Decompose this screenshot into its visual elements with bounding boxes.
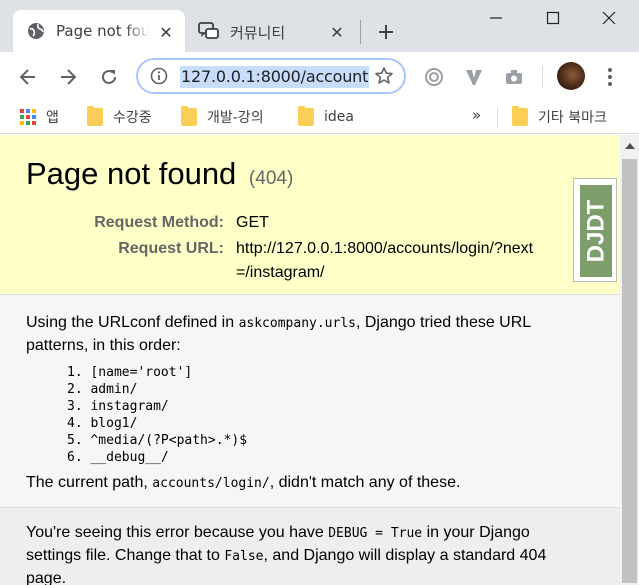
- current-path-message: The current path, accounts/login/, didn'…: [26, 472, 586, 495]
- urlconf-module: askcompany.urls: [238, 316, 356, 331]
- folder-icon: [181, 106, 197, 126]
- bookmark-folder-dev-lectures[interactable]: 개발-강의: [181, 106, 264, 128]
- chat-icon: [198, 22, 220, 44]
- error-summary: Page not found (404) Request Method: GET…: [0, 135, 620, 295]
- reload-icon: [102, 69, 116, 84]
- toolbar-separator: [542, 66, 543, 88]
- arrow-left-icon: [19, 69, 35, 85]
- bookmark-apps[interactable]: 앱: [20, 106, 59, 128]
- list-item: 4. blog1/: [67, 416, 138, 431]
- scrollbar[interactable]: [620, 135, 639, 585]
- current-text-2: , didn't match any of these.: [269, 474, 461, 491]
- scroll-up-arrow-icon[interactable]: [625, 143, 635, 149]
- tab-separator: [360, 20, 361, 44]
- django-debug-toolbar-handle[interactable]: DJDT: [573, 178, 617, 282]
- bookmark-label: 수강중: [113, 110, 152, 126]
- chevron-double-right-icon[interactable]: »: [472, 106, 481, 124]
- current-text-1: The current path,: [26, 474, 148, 491]
- arrow-right-icon: [61, 69, 77, 85]
- url-pattern: blog1/: [90, 416, 138, 431]
- extension-camera-button[interactable]: [501, 64, 527, 90]
- false-value: False: [224, 549, 264, 564]
- url-pattern-list: 1. [name='root'] 2. admin/ 3. instagram/…: [67, 364, 247, 466]
- extension-spiral-button[interactable]: [421, 64, 447, 90]
- expl-text-1: You're seeing this error because you hav…: [26, 524, 324, 541]
- url-pattern: admin/: [90, 382, 138, 397]
- debug-explanation: You're seeing this error because you hav…: [0, 507, 620, 585]
- menu-button[interactable]: [597, 64, 623, 90]
- tab-strip: Page not found ✕ 커뮤니티 ✕: [0, 0, 639, 52]
- bookmark-label: idea: [324, 109, 354, 125]
- bookmark-folder-courses[interactable]: 수강중: [87, 106, 152, 128]
- current-path: accounts/login/: [152, 476, 270, 491]
- request-method-value: GET: [236, 214, 269, 231]
- list-item: 6. __debug__/: [67, 450, 169, 465]
- extension-v-button[interactable]: [461, 64, 487, 90]
- url-pattern: ^media/(?P<path>.*)$: [90, 433, 248, 448]
- address-bar[interactable]: 127.0.0.1:8000/account: [136, 58, 406, 94]
- camera-icon: [506, 70, 522, 84]
- plus-icon: [379, 25, 393, 39]
- page-viewport: Page not found (404) Request Method: GET…: [0, 135, 620, 585]
- new-tab-button[interactable]: [372, 18, 400, 46]
- maximize-button[interactable]: [538, 6, 568, 30]
- url-pattern: instagram/: [90, 399, 169, 414]
- debug-setting: DEBUG = True: [328, 526, 423, 541]
- browser-toolbar: 127.0.0.1:8000/account: [0, 52, 639, 100]
- bookmarks-bar: 앱 수강중 개발-강의 idea 기타 북마크: [0, 100, 639, 134]
- page-title: Page not found (404): [26, 156, 293, 192]
- bookmark-separator: [497, 108, 498, 128]
- close-tab-icon[interactable]: ✕: [155, 21, 177, 43]
- url-pattern: [name='root']: [90, 365, 193, 380]
- bookmark-label: 앱: [46, 110, 59, 126]
- list-item: 1. [name='root']: [67, 365, 193, 380]
- minimize-icon: [490, 17, 502, 19]
- apps-grid-icon: [20, 109, 36, 125]
- tab-community[interactable]: 커뮤니티 ✕: [188, 10, 360, 52]
- maximize-icon: [546, 11, 560, 25]
- minimize-button[interactable]: [481, 6, 511, 30]
- request-url-label: Request URL:: [118, 240, 224, 257]
- bookmark-label: 기타 북마크: [538, 110, 607, 126]
- globe-icon: [27, 22, 45, 44]
- close-icon: [602, 11, 616, 25]
- avatar[interactable]: [557, 62, 585, 90]
- reload-button[interactable]: [96, 64, 122, 90]
- spiral-icon: [425, 68, 443, 86]
- info-icon[interactable]: [150, 67, 168, 89]
- close-tab-icon[interactable]: ✕: [326, 21, 348, 43]
- forward-button[interactable]: [55, 64, 81, 90]
- more-vert-icon: [608, 68, 612, 86]
- tab-title-fade: [125, 20, 151, 44]
- v-logo-icon: [466, 70, 482, 85]
- bookmark-label: 개발-강의: [207, 110, 264, 126]
- scrollbar-thumb[interactable]: [622, 159, 637, 583]
- url-text[interactable]: 127.0.0.1:8000/account: [180, 66, 370, 88]
- close-window-button[interactable]: [594, 6, 624, 30]
- bookmark-folder-other[interactable]: 기타 북마크: [512, 106, 607, 128]
- bookmark-folder-idea[interactable]: idea: [298, 106, 354, 128]
- list-item: 3. instagram/: [67, 399, 169, 414]
- star-icon[interactable]: [374, 66, 394, 90]
- djdt-logo: DJDT: [580, 185, 612, 277]
- page-title-text: Page not found: [26, 156, 237, 191]
- explanation-text: You're seeing this error because you hav…: [26, 522, 586, 585]
- urlconf-intro: Using the URLconf defined in askcompany.…: [26, 312, 586, 357]
- back-button[interactable]: [15, 64, 41, 90]
- url-pattern: __debug__/: [90, 450, 169, 465]
- folder-icon: [298, 106, 314, 126]
- tab-page-not-found[interactable]: Page not found ✕: [13, 10, 185, 52]
- tab-title: 커뮤니티: [230, 24, 286, 42]
- folder-icon: [87, 106, 103, 126]
- request-url-value: http://127.0.0.1:8000/accounts/login/?ne…: [236, 240, 534, 281]
- error-info: Using the URLconf defined in askcompany.…: [0, 296, 620, 506]
- list-item: 5. ^media/(?P<path>.*)$: [67, 433, 248, 448]
- request-method-label: Request Method:: [94, 214, 224, 231]
- list-item: 2. admin/: [67, 382, 138, 397]
- intro-text-1: Using the URLconf defined in: [26, 314, 235, 331]
- status-code: (404): [248, 168, 294, 189]
- djdt-label: DJDT: [582, 199, 610, 263]
- folder-icon: [512, 106, 528, 126]
